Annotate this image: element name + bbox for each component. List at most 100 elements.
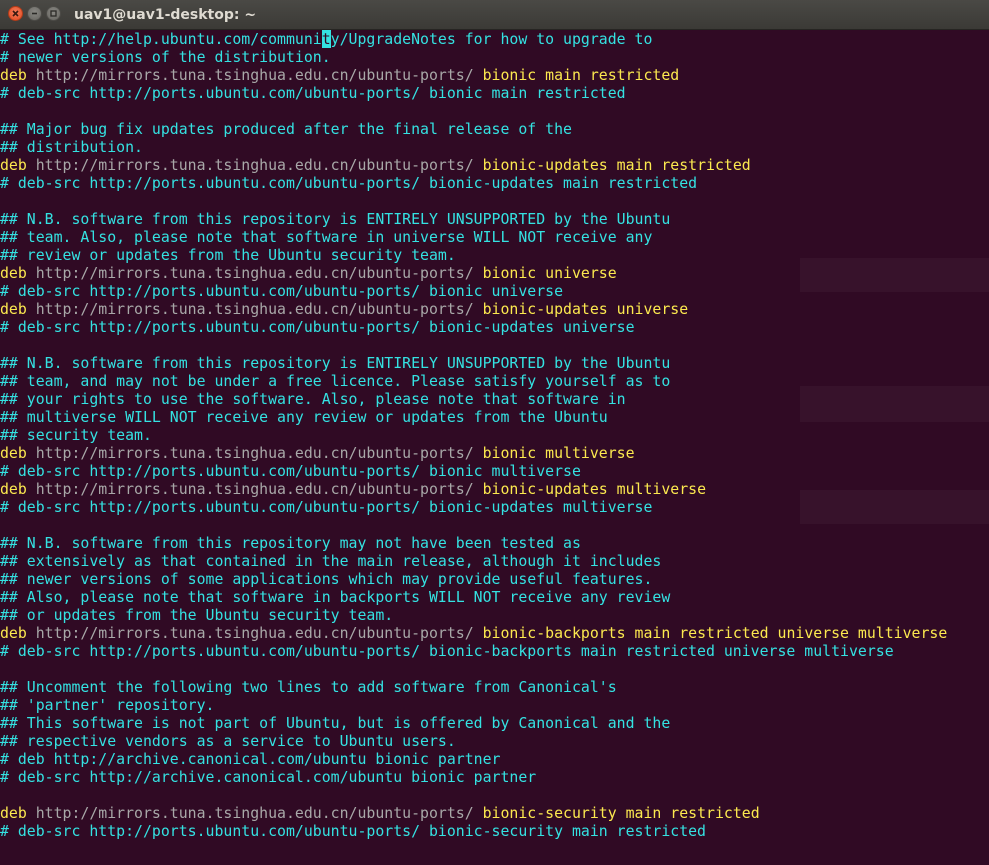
terminal-line: deb http://mirrors.tuna.tsinghua.edu.cn/… [0, 480, 989, 498]
line-segment: bionic-updates main restricted [482, 156, 751, 174]
terminal-line: # deb-src http://ports.ubuntu.com/ubuntu… [0, 822, 989, 840]
line-segment: ## distribution. [0, 138, 143, 156]
line-segment: deb [0, 624, 36, 642]
line-segment: ## N.B. software from this repository is… [0, 354, 671, 372]
line-segment: deb [0, 804, 36, 822]
terminal-line: ## respective vendors as a service to Ub… [0, 732, 989, 750]
window-title: uav1@uav1-desktop: ~ [74, 7, 257, 23]
terminal-line: ## extensively as that contained in the … [0, 552, 989, 570]
terminal-line: ## security team. [0, 426, 989, 444]
minimize-icon[interactable] [27, 6, 42, 21]
line-segment: ## This software is not part of Ubuntu, … [0, 714, 671, 732]
terminal-line: ## newer versions of some applications w… [0, 570, 989, 588]
terminal-line: # deb-src http://ports.ubuntu.com/ubuntu… [0, 462, 989, 480]
line-segment: deb [0, 264, 36, 282]
terminal-line: # deb-src http://ports.ubuntu.com/ubuntu… [0, 282, 989, 300]
line-segment: http://mirrors.tuna.tsinghua.edu.cn/ubun… [35, 804, 483, 822]
line-segment: # deb-src http://archive.canonical.com/u… [0, 768, 537, 786]
line-segment: http://mirrors.tuna.tsinghua.edu.cn/ubun… [35, 480, 483, 498]
terminal-line: # deb-src http://ports.ubuntu.com/ubuntu… [0, 174, 989, 192]
terminal-line: ## multiverse WILL NOT receive any revie… [0, 408, 989, 426]
terminal-line: deb http://mirrors.tuna.tsinghua.edu.cn/… [0, 300, 989, 318]
line-segment: # deb-src http://ports.ubuntu.com/ubuntu… [0, 318, 635, 336]
line-segment: deb [0, 444, 36, 462]
terminal-content[interactable]: # See http://help.ubuntu.com/community/U… [0, 30, 989, 865]
line-segment: # deb-src http://ports.ubuntu.com/ubuntu… [0, 174, 698, 192]
terminal-line: # deb-src http://archive.canonical.com/u… [0, 768, 989, 786]
line-segment: ## N.B. software from this repository is… [0, 210, 671, 228]
line-segment: bionic-security main restricted [482, 804, 760, 822]
line-segment: ## newer versions of some applications w… [0, 570, 653, 588]
line-segment: ## review or updates from the Ubuntu sec… [0, 246, 456, 264]
line-segment: # deb-src http://ports.ubuntu.com/ubuntu… [0, 822, 706, 840]
terminal-line: ## N.B. software from this repository ma… [0, 534, 989, 552]
terminal-line: ## 'partner' repository. [0, 696, 989, 714]
line-segment: http://mirrors.tuna.tsinghua.edu.cn/ubun… [35, 624, 483, 642]
terminal-line: ## team, and may not be under a free lic… [0, 372, 989, 390]
terminal-line: # deb-src http://ports.ubuntu.com/ubuntu… [0, 498, 989, 516]
line-segment: http://mirrors.tuna.tsinghua.edu.cn/ubun… [35, 444, 483, 462]
terminal-line: # deb http://archive.canonical.com/ubunt… [0, 750, 989, 768]
terminal-line: deb http://mirrors.tuna.tsinghua.edu.cn/… [0, 66, 989, 84]
line-segment: ## or updates from the Ubuntu security t… [0, 606, 394, 624]
line-segment: ## Uncomment the following two lines to … [0, 678, 617, 696]
terminal-line: deb http://mirrors.tuna.tsinghua.edu.cn/… [0, 156, 989, 174]
line-segment: http://mirrors.tuna.tsinghua.edu.cn/ubun… [35, 156, 483, 174]
terminal-line: # newer versions of the distribution. [0, 48, 989, 66]
terminal-line: ## Also, please note that software in ba… [0, 588, 989, 606]
line-segment: # deb-src http://ports.ubuntu.com/ubuntu… [0, 498, 653, 516]
close-icon[interactable] [8, 6, 23, 21]
line-segment: http://mirrors.tuna.tsinghua.edu.cn/ubun… [35, 264, 483, 282]
terminal-window: uav1@uav1-desktop: ~ # See http://help.u… [0, 0, 989, 865]
text-cursor: t [321, 30, 331, 48]
line-segment: ## team, and may not be under a free lic… [0, 372, 671, 390]
line-segment: ## respective vendors as a service to Ub… [0, 732, 456, 750]
line-segment: bionic universe [482, 264, 617, 282]
maximize-icon[interactable] [46, 6, 61, 21]
line-segment: # deb-src http://ports.ubuntu.com/ubuntu… [0, 282, 564, 300]
line-segment: # deb-src http://ports.ubuntu.com/ubuntu… [0, 84, 626, 102]
line-segment: ## extensively as that contained in the … [0, 552, 662, 570]
line-segment: bionic multiverse [482, 444, 635, 462]
line-segment: bionic-updates multiverse [482, 480, 707, 498]
line-segment: ## team. Also, please note that software… [0, 228, 653, 246]
line-segment: deb [0, 66, 36, 84]
line-segment: ## Major bug fix updates produced after … [0, 120, 572, 138]
terminal-line: ## Uncomment the following two lines to … [0, 678, 989, 696]
line-segment: bionic-backports main restricted univers… [482, 624, 948, 642]
line-segment: deb [0, 300, 36, 318]
line-segment: # deb-src http://ports.ubuntu.com/ubuntu… [0, 462, 581, 480]
terminal-line: deb http://mirrors.tuna.tsinghua.edu.cn/… [0, 624, 989, 642]
terminal-line: # deb-src http://ports.ubuntu.com/ubuntu… [0, 642, 989, 660]
line-segment: ## security team. [0, 426, 152, 444]
line-segment: deb [0, 480, 36, 498]
line-segment: http://mirrors.tuna.tsinghua.edu.cn/ubun… [35, 300, 483, 318]
terminal-line: ## your rights to use the software. Also… [0, 390, 989, 408]
terminal-line: ## team. Also, please note that software… [0, 228, 989, 246]
line-segment: bionic-updates universe [482, 300, 689, 318]
terminal-line: # deb-src http://ports.ubuntu.com/ubuntu… [0, 318, 989, 336]
line-segment: # deb http://archive.canonical.com/ubunt… [0, 750, 501, 768]
terminal-line: ## N.B. software from this repository is… [0, 354, 989, 372]
terminal-line: # See http://help.ubuntu.com/community/U… [0, 30, 989, 48]
line-segment: ## Also, please note that software in ba… [0, 588, 671, 606]
line-segment: y/UpgradeNotes for how to upgrade to [330, 30, 653, 48]
terminal-line: ## or updates from the Ubuntu security t… [0, 606, 989, 624]
terminal-line: ## N.B. software from this repository is… [0, 210, 989, 228]
line-segment: deb [0, 156, 36, 174]
terminal-line: # deb-src http://ports.ubuntu.com/ubuntu… [0, 84, 989, 102]
line-segment: ## your rights to use the software. Also… [0, 390, 626, 408]
terminal-line: ## distribution. [0, 138, 989, 156]
terminal-line: ## Major bug fix updates produced after … [0, 120, 989, 138]
line-segment: ## multiverse WILL NOT receive any revie… [0, 408, 608, 426]
title-bar[interactable]: uav1@uav1-desktop: ~ [0, 0, 989, 30]
window-controls [8, 6, 65, 21]
line-segment: # See http://help.ubuntu.com/communi [0, 30, 322, 48]
terminal-line: deb http://mirrors.tuna.tsinghua.edu.cn/… [0, 804, 989, 822]
